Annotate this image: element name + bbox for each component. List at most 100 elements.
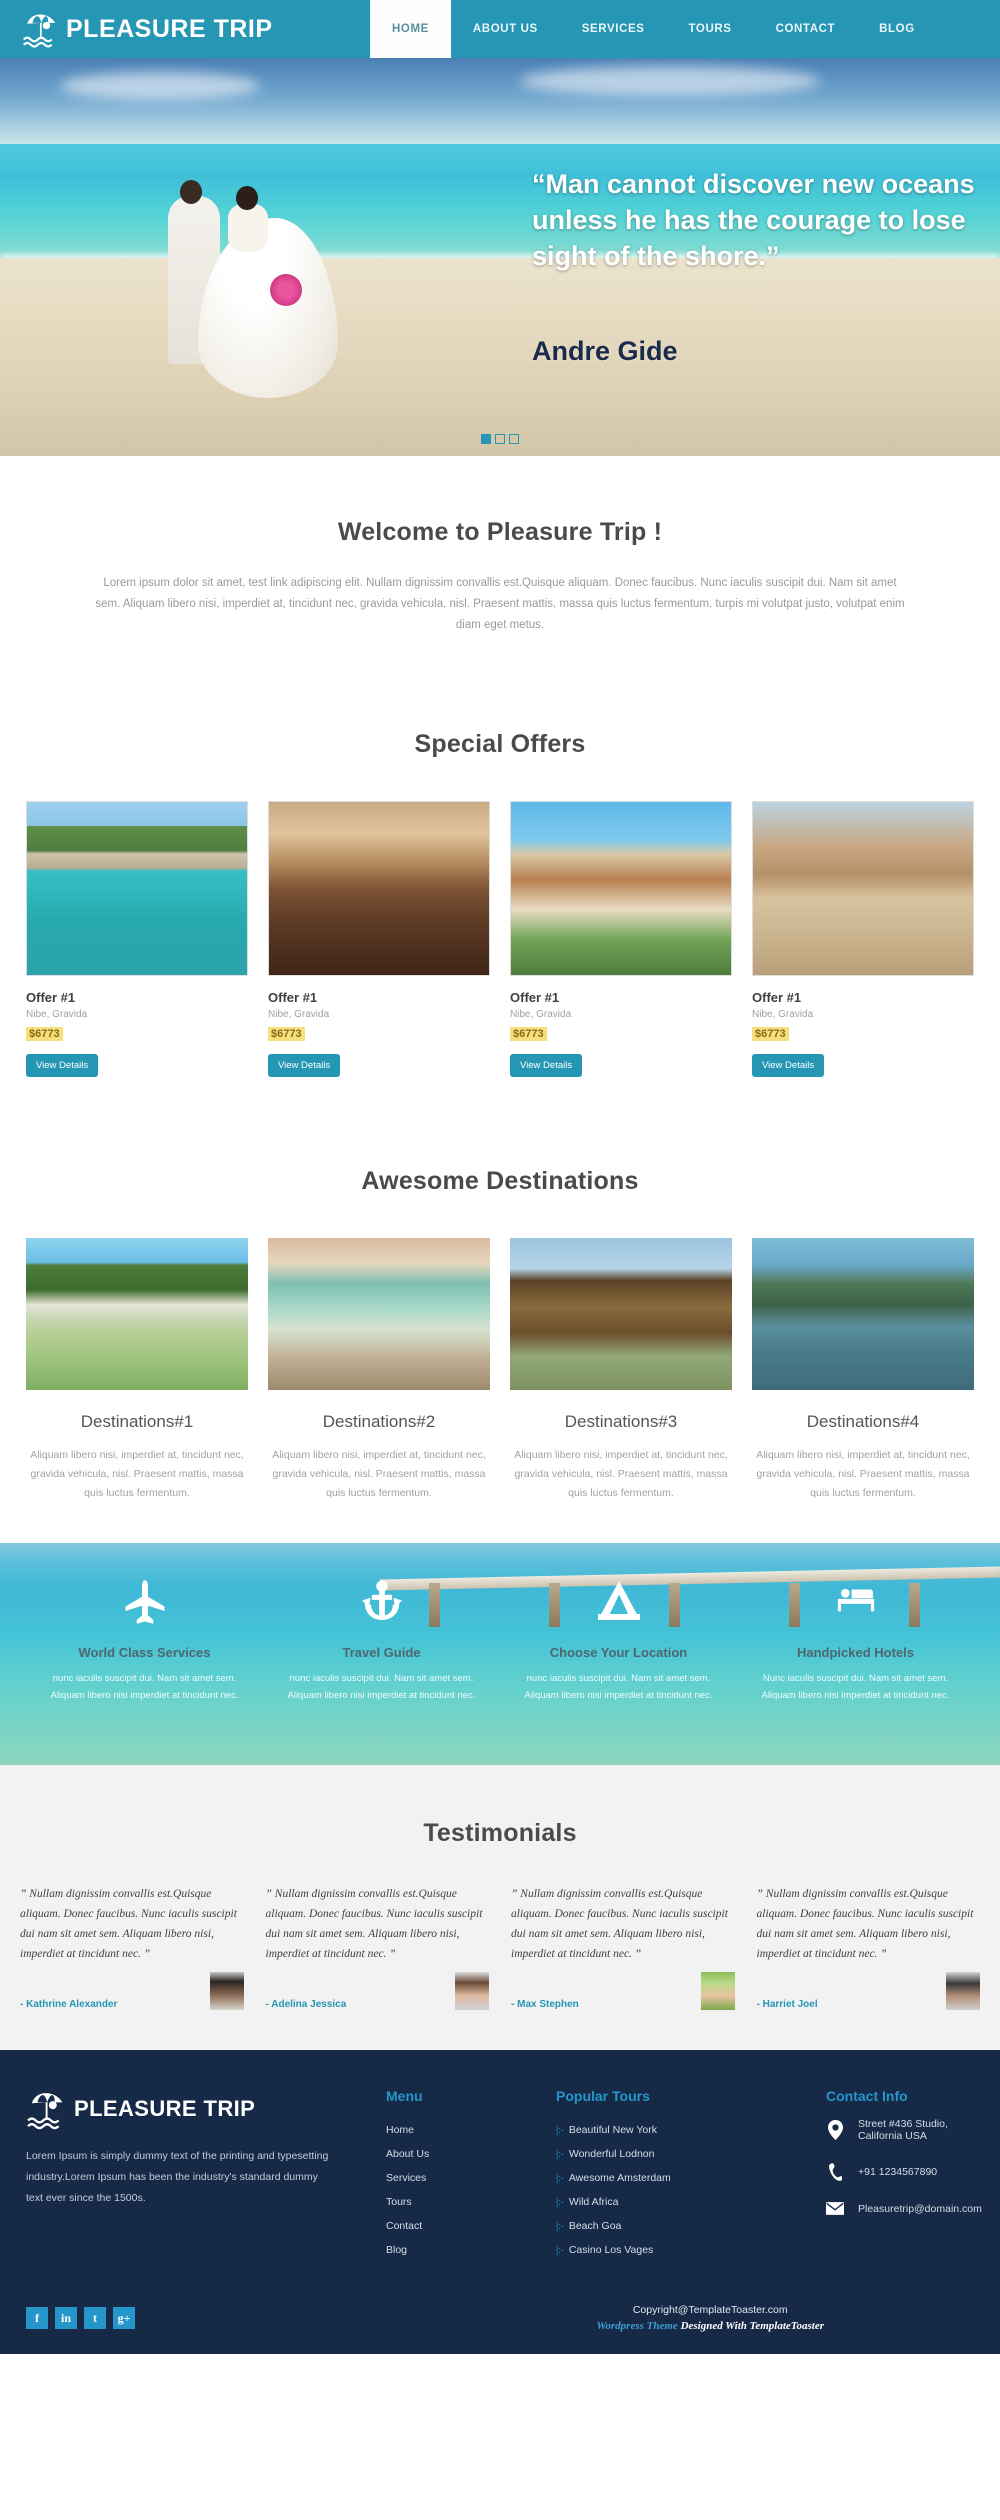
view-details-button[interactable]: View Details xyxy=(752,1054,825,1077)
testimonial-author: - Adelina Jessica xyxy=(265,1999,347,2010)
footer-tour-wild-africa[interactable]: |:- Wild Africa xyxy=(556,2190,806,2214)
testimonial-card: ” Nullam dignissim convallis est.Quisque… xyxy=(265,1884,489,2010)
bullet-caret-icon: |:- xyxy=(556,2125,564,2135)
view-details-button[interactable]: View Details xyxy=(268,1054,341,1077)
bullet-caret-icon: |:- xyxy=(556,2149,564,2159)
destinations-section: Awesome Destinations Destinations#1 Aliq… xyxy=(0,1097,1000,1543)
destination-title: Destinations#4 xyxy=(806,1412,920,1431)
footer-tour-beach-goa[interactable]: |:- Beach Goa xyxy=(556,2214,806,2238)
designed-suffix-label: Designed With TemplateToaster xyxy=(677,2320,824,2332)
welcome-section: Welcome to Pleasure Trip ! Lorem ipsum d… xyxy=(0,456,1000,666)
footer-description: Lorem Ipsum is simply dummy text of the … xyxy=(26,2150,329,2204)
offer-title: Offer #1 xyxy=(510,990,560,1005)
footer-link-contact[interactable]: Contact xyxy=(386,2214,536,2238)
brand-logo-link[interactable]: PLEASURE TRIP xyxy=(0,9,360,49)
testimonial-quote: ” Nullam dignissim convallis est.Quisque… xyxy=(265,1888,483,1960)
slider-dot-3[interactable] xyxy=(509,434,519,444)
footer-tour-casino-los-vages[interactable]: |:- Casino Los Vages xyxy=(556,2238,806,2262)
slider-dot-2[interactable] xyxy=(495,434,505,444)
footer-brand-name: PLEASURE TRIP xyxy=(74,2096,256,2121)
offer-image[interactable] xyxy=(26,801,248,976)
slider-dot-1[interactable] xyxy=(481,434,491,444)
destination-card: Destinations#1 Aliquam libero nisi, impe… xyxy=(26,1238,248,1503)
destination-card: Destinations#2 Aliquam libero nisi, impe… xyxy=(268,1238,490,1503)
contact-email-row: Pleasuretrip@domain.com xyxy=(826,2202,982,2215)
beach-umbrella-icon xyxy=(22,9,64,49)
footer-tour-wonderful-lodnon[interactable]: |:- Wonderful Lodnon xyxy=(556,2142,806,2166)
offer-image[interactable] xyxy=(268,801,490,976)
bride-torso xyxy=(228,204,268,252)
contact-address-row: Street #436 Studio, California USA xyxy=(826,2118,982,2142)
footer-brand-link[interactable]: PLEASURE TRIP xyxy=(26,2088,366,2130)
features-band: World Class Services nunc iaculis suscip… xyxy=(0,1543,1000,1765)
offer-card: Offer #1 Nibe, Gravida $6773 View Detail… xyxy=(26,801,248,1077)
bullet-caret-icon: |:- xyxy=(556,2221,564,2231)
google-plus-icon[interactable]: g+ xyxy=(113,2307,135,2329)
destination-image[interactable] xyxy=(510,1238,732,1390)
offer-title: Offer #1 xyxy=(268,990,318,1005)
footer-bottom-bar: f in t g+ Copyright@TemplateToaster.com … xyxy=(26,2278,974,2354)
footer-tour-label: Awesome Amsterdam xyxy=(568,2172,671,2184)
facebook-icon[interactable]: f xyxy=(26,2307,48,2329)
feature-item: Handpicked Hotels Nunc iaculis suscipit … xyxy=(737,1575,974,1704)
nav-item-blog[interactable]: BLOG xyxy=(857,0,937,58)
footer-contact-heading: Contact Info xyxy=(826,2088,908,2104)
footer-tour-awesome-amsterdam[interactable]: |:- Awesome Amsterdam xyxy=(556,2166,806,2190)
feature-text: nunc iaculis suscipit dui. Nam sit amet … xyxy=(50,1673,239,1701)
footer-tour-beautiful-new-york[interactable]: |:- Beautiful New York xyxy=(556,2118,806,2142)
nav-item-home[interactable]: HOME xyxy=(370,0,451,58)
testimonial-card: ” Nullam dignissim convallis est.Quisque… xyxy=(511,1884,735,2010)
testimonial-quote: ” Nullam dignissim convallis est.Quisque… xyxy=(511,1888,728,1960)
footer-link-tours[interactable]: Tours xyxy=(386,2190,536,2214)
designed-with-text: Wordpress Theme Designed With TemplateTo… xyxy=(596,2320,824,2332)
destination-image[interactable] xyxy=(268,1238,490,1390)
anchor-icon xyxy=(263,1575,500,1629)
offer-card: Offer #1 Nibe, Gravida $6773 View Detail… xyxy=(510,801,732,1077)
contact-phone-text: +91 1234567890 xyxy=(858,2166,938,2178)
footer-tour-label: Wild Africa xyxy=(568,2196,619,2208)
bouquet xyxy=(270,274,302,306)
phone-icon xyxy=(826,2162,844,2182)
destination-text: Aliquam libero nisi, imperdiet at, tinci… xyxy=(514,1449,728,1499)
twitter-icon[interactable]: t xyxy=(84,2307,106,2329)
hero-quote-author: Andre Gide xyxy=(532,336,678,366)
hero-quote-text: “Man cannot discover new oceans unless h… xyxy=(532,169,975,271)
offer-title: Offer #1 xyxy=(752,990,802,1005)
nav-item-tours[interactable]: TOURS xyxy=(667,0,754,58)
social-links: f in t g+ xyxy=(26,2307,135,2329)
offer-subtitle: Nibe, Gravida xyxy=(26,1009,88,1020)
nav-item-about-us[interactable]: ABOUT US xyxy=(451,0,560,58)
feature-item: Choose Your Location nunc iaculis suscip… xyxy=(500,1575,737,1704)
copyright-text: Copyright@TemplateToaster.com xyxy=(632,2304,788,2316)
cloud-shape xyxy=(60,72,260,100)
destination-image[interactable] xyxy=(752,1238,974,1390)
destination-text: Aliquam libero nisi, imperdiet at, tinci… xyxy=(30,1449,244,1499)
copyright-block: Copyright@TemplateToaster.com Wordpress … xyxy=(596,2304,974,2332)
footer-link-home[interactable]: Home xyxy=(386,2118,536,2142)
hero-slider: “Man cannot discover new oceans unless h… xyxy=(0,58,1000,456)
wedding-couple-photo-subject xyxy=(150,178,350,408)
contact-phone-row: +91 1234567890 xyxy=(826,2162,982,2182)
destination-image[interactable] xyxy=(26,1238,248,1390)
offer-price: $6773 xyxy=(510,1027,547,1041)
cloud-shape xyxy=(520,66,820,96)
footer-link-blog[interactable]: Blog xyxy=(386,2238,536,2262)
special-offers-section: Special Offers Offer #1 Nibe, Gravida $6… xyxy=(0,666,1000,1097)
bullet-caret-icon: |:- xyxy=(556,2245,564,2255)
linkedin-icon[interactable]: in xyxy=(55,2307,77,2329)
view-details-button[interactable]: View Details xyxy=(26,1054,99,1077)
footer-tour-label: Beautiful New York xyxy=(568,2124,657,2136)
footer-tours-column: Popular Tours |:- Beautiful New York |:-… xyxy=(556,2088,806,2262)
offer-image[interactable] xyxy=(510,801,732,976)
testimonial-author: - Max Stephen xyxy=(511,1999,579,2010)
footer-link-about-us[interactable]: About Us xyxy=(386,2142,536,2166)
nav-item-contact[interactable]: CONTACT xyxy=(754,0,858,58)
footer-menu-column: Menu Home About Us Services Tours Contac… xyxy=(386,2088,536,2262)
offer-subtitle: Nibe, Gravida xyxy=(510,1009,572,1020)
nav-item-services[interactable]: SERVICES xyxy=(560,0,667,58)
bride-head xyxy=(236,186,258,210)
avatar xyxy=(455,1972,489,2010)
view-details-button[interactable]: View Details xyxy=(510,1054,583,1077)
footer-link-services[interactable]: Services xyxy=(386,2166,536,2190)
offer-image[interactable] xyxy=(752,801,974,976)
